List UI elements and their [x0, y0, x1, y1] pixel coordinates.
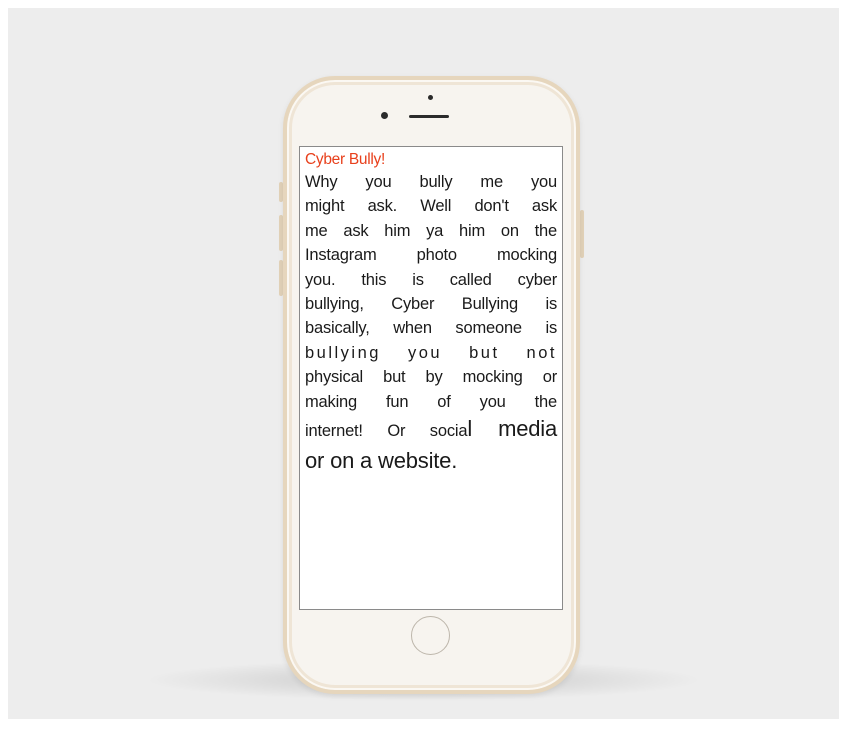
body-line: might ask. Well don't ask [305, 197, 557, 216]
body-text-small: internet! Or socia [305, 422, 468, 441]
power-button [580, 210, 584, 258]
body-line: bullying you but not [305, 343, 557, 362]
home-button[interactable] [411, 616, 450, 655]
body-line: you. this is called cyber [305, 270, 557, 289]
proximity-sensor-icon [381, 112, 388, 119]
body-line: me ask him ya him on the [305, 221, 557, 240]
body-line-mixed: internet! Or social media [305, 414, 557, 446]
body-line-large: or on a website. [305, 448, 458, 474]
phone-screen: Cyber Bully! Why you bully me you might … [299, 146, 563, 610]
body-line: bullying, Cyber Bullying is [305, 295, 557, 314]
body-line: physical but by mocking or [305, 368, 557, 387]
body-line: Instagram photo mocking [305, 246, 557, 265]
body-text-large: l media [467, 416, 557, 442]
body-line: making fun of you the [305, 392, 557, 411]
page-title: Cyber Bully! [305, 151, 385, 168]
body-line: Why you bully me you [305, 173, 557, 191]
front-camera-icon [428, 95, 433, 100]
earpiece-speaker-icon [409, 115, 449, 118]
body-line: basically, when someone is [305, 319, 557, 338]
